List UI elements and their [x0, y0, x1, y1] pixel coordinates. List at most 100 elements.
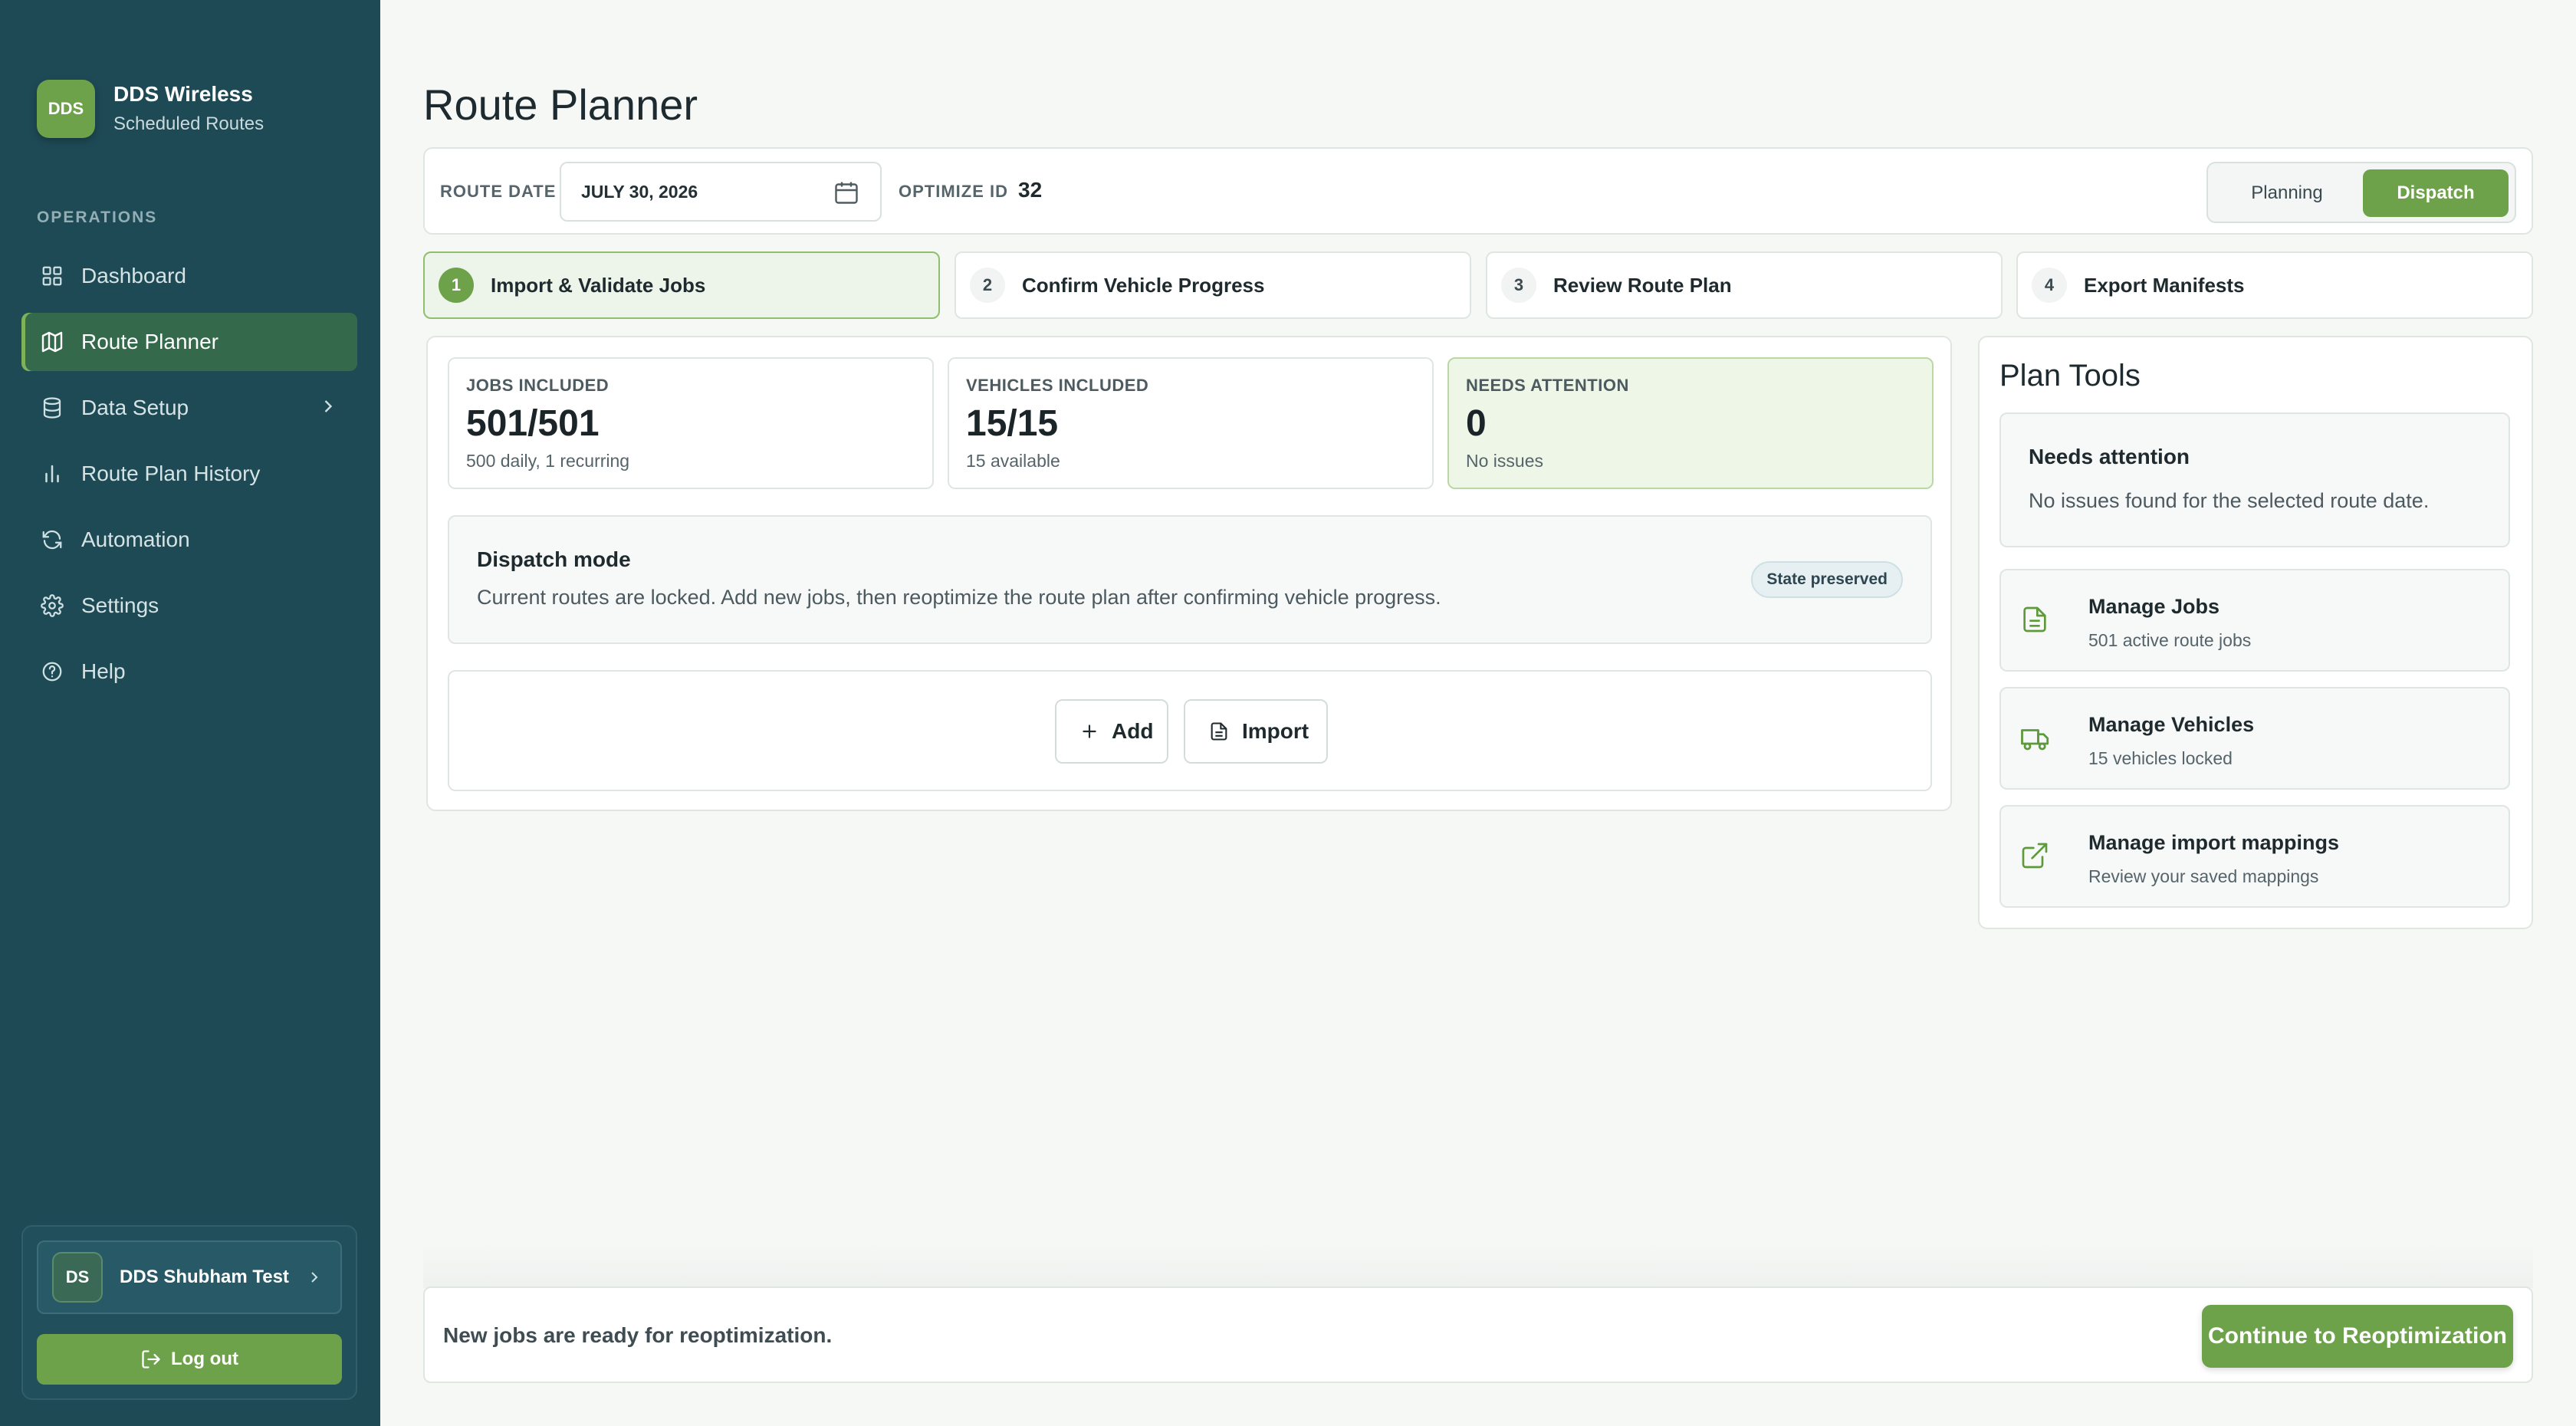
sidebar-item-label: Help — [81, 659, 126, 683]
manage-vehicles-link[interactable]: Manage Vehicles 15 vehicles locked — [1999, 687, 2510, 790]
stat-needs-attention: NEEDS ATTENTION 0 No issues — [1447, 357, 1934, 489]
user-name: DDS Shubham Test — [120, 1267, 289, 1287]
nav-section-label: OPERATIONS — [37, 209, 158, 226]
tool-name: Manage Jobs — [2088, 595, 2220, 618]
continue-to-reoptimization-button[interactable]: Continue to Reoptimization — [2202, 1305, 2513, 1368]
step-number: 2 — [970, 268, 1005, 303]
sidebar-item-label: Data Setup — [81, 396, 189, 419]
help-icon — [38, 658, 66, 685]
chevron-right-icon — [305, 1268, 324, 1286]
sidebar: DDS DDS Wireless Scheduled Routes OPERAT… — [0, 0, 380, 1426]
import-jobs-button[interactable]: Import — [1184, 699, 1328, 764]
status-badge: State preserved — [1751, 561, 1903, 598]
optimize-id-label: OPTIMIZE ID — [899, 182, 1008, 201]
sidebar-item-help[interactable]: Help — [21, 642, 357, 701]
map-icon — [38, 328, 66, 356]
sidebar-item-route-planner[interactable]: Route Planner — [21, 313, 357, 371]
stat-value: 15/15 — [966, 403, 1059, 444]
step-confirm-vehicle-progress[interactable]: 2 Confirm Vehicle Progress — [955, 251, 1471, 319]
manage-import-mappings-link[interactable]: Manage import mappings Review your saved… — [1999, 805, 2510, 908]
step-label: Confirm Vehicle Progress — [1022, 273, 1265, 297]
needs-attention-title: Needs attention — [2029, 445, 2190, 468]
gear-icon — [38, 592, 66, 619]
import-validate-panel: JOBS INCLUDED 501/501 500 daily, 1 recur… — [426, 336, 1952, 811]
needs-attention-card: Needs attention No issues found for the … — [1999, 412, 2510, 547]
route-date-picker[interactable]: JULY 30, 2026 — [560, 162, 882, 222]
stat-subtext: 15 available — [966, 451, 1060, 471]
footer-fade — [423, 1242, 2533, 1288]
stat-vehicles-included: VEHICLES INCLUDED 15/15 15 available — [948, 357, 1434, 489]
route-date-value: JULY 30, 2026 — [581, 181, 698, 202]
step-label: Import & Validate Jobs — [491, 273, 706, 297]
step-number: 1 — [439, 268, 474, 303]
brand-name: DDS Wireless — [113, 82, 253, 106]
document-icon — [2019, 604, 2050, 635]
action-footer: New jobs are ready for reoptimization. C… — [423, 1286, 2533, 1383]
external-link-icon — [2019, 840, 2050, 871]
brand: DDS DDS Wireless Scheduled Routes — [37, 80, 264, 138]
tool-name: Manage Vehicles — [2088, 713, 2255, 736]
plan-tools-title: Plan Tools — [1999, 359, 2141, 393]
footer-message: New jobs are ready for reoptimization. — [443, 1323, 833, 1347]
sidebar-item-dashboard[interactable]: Dashboard — [21, 247, 357, 305]
dispatch-mode-notice: Dispatch mode Current routes are locked.… — [448, 515, 1932, 644]
tool-name: Manage import mappings — [2088, 831, 2340, 854]
step-export-manifests[interactable]: 4 Export Manifests — [2016, 251, 2533, 319]
sidebar-item-route-plan-history[interactable]: Route Plan History — [21, 445, 357, 503]
user-menu-button[interactable]: DS DDS Shubham Test — [37, 1240, 342, 1314]
stat-jobs-included: JOBS INCLUDED 501/501 500 daily, 1 recur… — [448, 357, 934, 489]
sidebar-item-label: Route Planner — [81, 330, 219, 353]
stat-value: 0 — [1466, 403, 1487, 444]
route-date-label: ROUTE DATE — [440, 182, 557, 201]
workflow-steps: 1 Import & Validate Jobs 2 Confirm Vehic… — [423, 251, 2533, 319]
sidebar-item-automation[interactable]: Automation — [21, 511, 357, 569]
stat-label: VEHICLES INCLUDED — [966, 376, 1149, 395]
sidebar-item-label: Route Plan History — [81, 462, 261, 485]
chevron-right-icon — [317, 396, 339, 417]
plan-tools-panel: Plan Tools Needs attention No issues fou… — [1978, 336, 2533, 929]
mode-dispatch-button[interactable]: Dispatch — [2363, 169, 2509, 217]
add-job-button[interactable]: Add — [1055, 699, 1168, 764]
avatar: DS — [52, 1252, 103, 1303]
step-review-route-plan[interactable]: 3 Review Route Plan — [1486, 251, 2003, 319]
logout-icon — [140, 1349, 162, 1370]
stat-subtext: 500 daily, 1 recurring — [466, 451, 630, 471]
job-actions: Add Import — [448, 670, 1932, 791]
refresh-icon — [38, 526, 66, 554]
brand-subtitle: Scheduled Routes — [113, 113, 264, 134]
sidebar-item-data-setup[interactable]: Data Setup — [21, 379, 357, 437]
step-number: 3 — [1501, 268, 1536, 303]
dispatch-mode-title: Dispatch mode — [477, 547, 631, 571]
document-icon — [1208, 721, 1230, 742]
truck-icon — [2019, 722, 2052, 754]
sidebar-item-label: Settings — [81, 593, 159, 617]
tool-subtext: Review your saved mappings — [2088, 866, 2319, 886]
logout-button[interactable]: Log out — [37, 1334, 342, 1385]
step-number: 4 — [2032, 268, 2067, 303]
logout-label: Log out — [171, 1349, 238, 1369]
stat-label: JOBS INCLUDED — [466, 376, 610, 395]
step-label: Export Manifests — [2084, 273, 2245, 297]
add-label: Add — [1112, 719, 1154, 743]
user-panel: DS DDS Shubham Test Log out — [21, 1225, 357, 1400]
brand-logo: DDS — [37, 80, 95, 138]
route-toolbar: ROUTE DATE JULY 30, 2026 OPTIMIZE ID 32 … — [423, 147, 2533, 235]
optimize-id-value: 32 — [1018, 178, 1043, 202]
manage-jobs-link[interactable]: Manage Jobs 501 active route jobs — [1999, 569, 2510, 672]
import-label: Import — [1242, 719, 1309, 743]
mode-toggle: Planning Dispatch — [2206, 162, 2516, 223]
sidebar-item-label: Automation — [81, 527, 190, 551]
tool-subtext: 501 active route jobs — [2088, 630, 2252, 650]
stat-label: NEEDS ATTENTION — [1466, 376, 1629, 395]
sidebar-nav: Dashboard Route Planner Data Setup Route… — [21, 247, 357, 708]
needs-attention-description: No issues found for the selected route d… — [2029, 489, 2430, 512]
mode-planning-button[interactable]: Planning — [2214, 169, 2360, 217]
database-icon — [38, 394, 66, 422]
grid-icon — [38, 262, 66, 290]
step-label: Review Route Plan — [1553, 273, 1732, 297]
sidebar-item-settings[interactable]: Settings — [21, 577, 357, 635]
page-title: Route Planner — [423, 80, 698, 129]
step-import-validate-jobs[interactable]: 1 Import & Validate Jobs — [423, 251, 940, 319]
tool-subtext: 15 vehicles locked — [2088, 748, 2233, 768]
dispatch-mode-description: Current routes are locked. Add new jobs,… — [477, 586, 1441, 609]
